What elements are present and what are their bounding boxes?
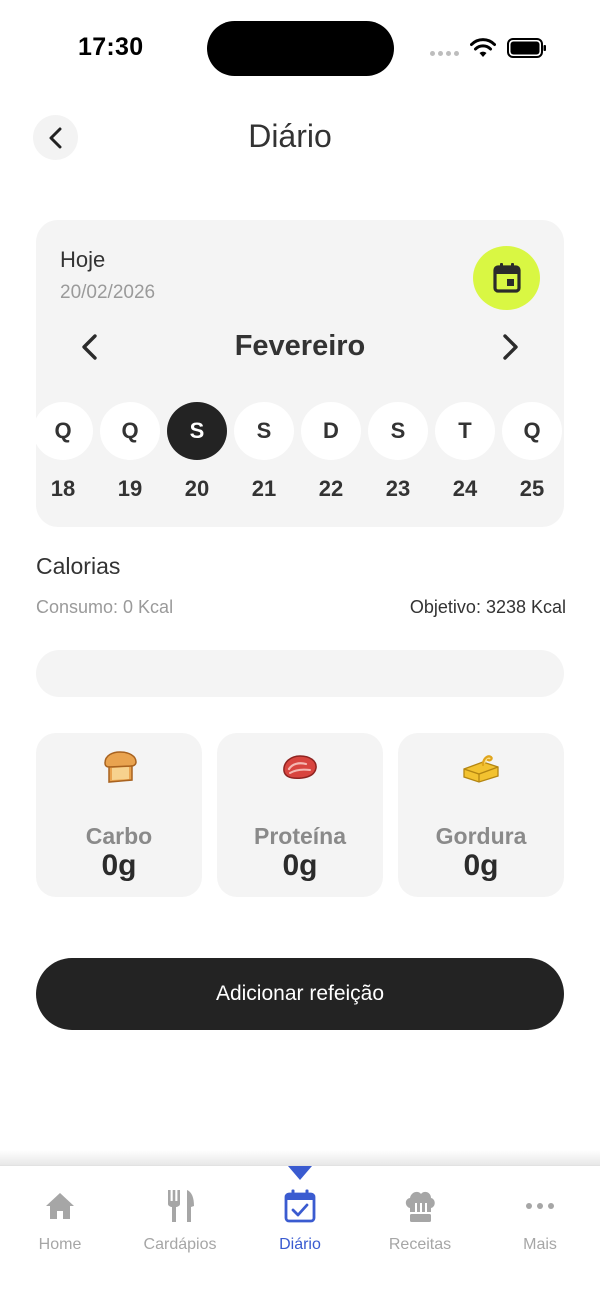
weekday-letter: D bbox=[301, 402, 361, 460]
weekday-letter: Q bbox=[100, 402, 160, 460]
next-month-button[interactable] bbox=[496, 332, 524, 362]
chef-hat-icon bbox=[405, 1191, 435, 1222]
weekday-letter: Q bbox=[502, 402, 562, 460]
macro-value: 0g bbox=[282, 849, 318, 882]
weekday-letter: S bbox=[234, 402, 294, 460]
battery-icon bbox=[507, 38, 546, 58]
bread-icon bbox=[104, 751, 137, 783]
tab-bar-shadow bbox=[0, 1150, 600, 1166]
day-item[interactable]: Q 19 bbox=[100, 402, 160, 512]
tab-diario[interactable]: Diário bbox=[240, 1188, 360, 1258]
calories-consumption: Consumo: 0 Kcal bbox=[36, 597, 174, 617]
macro-card-gordura: Gordura 0g bbox=[398, 733, 564, 897]
tab-cardapios[interactable]: Cardápios bbox=[120, 1188, 240, 1258]
status-bar: 17:30 bbox=[0, 0, 600, 96]
tab-mais[interactable]: Mais bbox=[480, 1188, 600, 1258]
status-time: 17:30 bbox=[78, 33, 144, 61]
day-number: 20 bbox=[184, 476, 210, 501]
calories-goal: Objetivo: 3238 Kcal bbox=[409, 597, 566, 617]
wifi-icon bbox=[470, 38, 496, 57]
day-item[interactable]: T 24 bbox=[435, 402, 495, 512]
day-item[interactable]: Q 25 bbox=[502, 402, 562, 512]
more-icon bbox=[526, 1203, 554, 1209]
day-item[interactable]: S 21 bbox=[234, 402, 294, 512]
day-number: 24 bbox=[452, 476, 478, 501]
day-number: 21 bbox=[251, 476, 277, 501]
macro-card-carbo: Carbo 0g bbox=[36, 733, 202, 897]
month-label: Fevereiro bbox=[234, 330, 366, 362]
day-number: 18 bbox=[50, 476, 76, 501]
cutlery-icon bbox=[168, 1190, 194, 1222]
butter-icon bbox=[463, 755, 499, 783]
macro-name: Carbo bbox=[85, 823, 153, 849]
tab-label: Receitas bbox=[388, 1236, 452, 1253]
calories-title: Calorias bbox=[36, 553, 121, 579]
tab-bar: Home Cardápios Diário Receitas Mais bbox=[0, 1165, 600, 1299]
meat-icon bbox=[283, 755, 317, 779]
calendar-icon bbox=[492, 263, 521, 293]
weekday-letter: S bbox=[368, 402, 428, 460]
home-icon bbox=[46, 1193, 74, 1219]
calendar-check-icon bbox=[284, 1189, 316, 1223]
day-item[interactable]: S 23 bbox=[368, 402, 428, 512]
tab-home[interactable]: Home bbox=[0, 1188, 120, 1258]
signal-icon bbox=[430, 51, 459, 56]
macro-value: 0g bbox=[101, 849, 137, 882]
day-item[interactable]: Q 18 bbox=[36, 402, 93, 512]
weekday-letter: T bbox=[435, 402, 495, 460]
tab-label: Diário bbox=[279, 1236, 321, 1253]
today-date: 20/02/2026 bbox=[60, 282, 156, 303]
day-number: 22 bbox=[318, 476, 344, 501]
active-tab-indicator bbox=[288, 1166, 312, 1180]
weekday-letter: Q bbox=[36, 402, 93, 460]
tab-receitas[interactable]: Receitas bbox=[360, 1188, 480, 1258]
day-number: 19 bbox=[117, 476, 143, 501]
open-calendar-button[interactable] bbox=[473, 246, 540, 310]
calendar-card: Hoje 20/02/2026 Fevereiro Q 18 Q 19 S 20… bbox=[36, 220, 564, 527]
macro-name: Proteína bbox=[253, 823, 347, 849]
macro-card-proteina: Proteína 0g bbox=[217, 733, 383, 897]
day-number: 23 bbox=[385, 476, 411, 501]
day-item-selected[interactable]: S 20 bbox=[167, 402, 227, 512]
today-label: Hoje bbox=[60, 247, 106, 272]
tab-label: Home bbox=[38, 1236, 82, 1253]
tab-label: Mais bbox=[523, 1236, 557, 1253]
macro-value: 0g bbox=[463, 849, 499, 882]
tab-label: Cardápios bbox=[143, 1236, 217, 1253]
calories-progress-bar bbox=[36, 650, 564, 697]
add-meal-button[interactable]: Adicionar refeição bbox=[36, 958, 564, 1030]
weekday-letter: S bbox=[167, 402, 227, 460]
macro-name: Gordura bbox=[435, 823, 527, 849]
day-number: 25 bbox=[519, 476, 545, 501]
day-item[interactable]: D 22 bbox=[301, 402, 361, 512]
dynamic-island bbox=[207, 21, 394, 76]
page-title: Diário bbox=[248, 118, 332, 154]
